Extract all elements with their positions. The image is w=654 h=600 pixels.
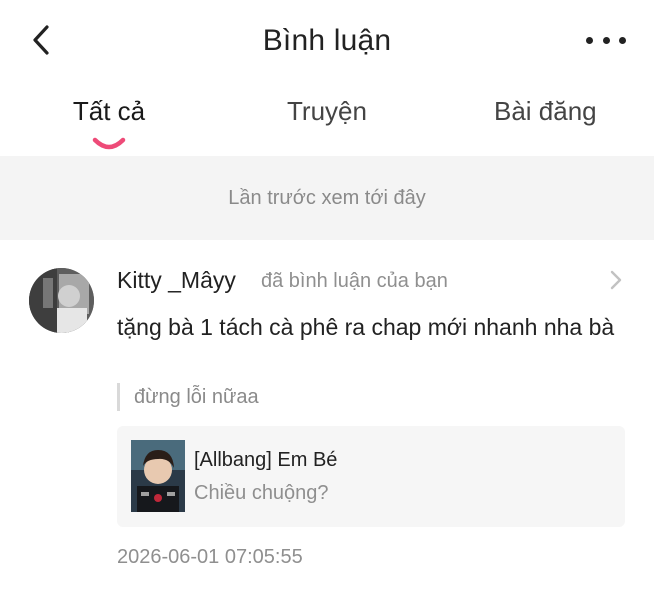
tab-posts[interactable]: Bài đăng	[494, 96, 597, 127]
last-viewed-banner: Lần trước xem tới đây	[0, 156, 654, 240]
page-title: Bình luận	[262, 24, 392, 57]
story-card[interactable]: [Allbang] Em Bé Chiều chuộng?	[117, 426, 625, 527]
comment-item[interactable]: Kitty _Mâyy đã bình luận của bạn tặng bà…	[0, 240, 654, 600]
tab-stories[interactable]: Truyện	[287, 96, 367, 127]
chevron-right-icon[interactable]	[608, 268, 624, 292]
story-title: [Allbang] Em Bé	[194, 449, 338, 471]
comments-screen: Bình luận Tất cả Truyện Bài đăng Lần trư…	[0, 0, 654, 600]
comment-body: tặng bà 1 tách cà phê ra chap mới nhanh …	[117, 314, 615, 340]
active-tab-indicator	[92, 137, 126, 150]
comment-timestamp: 2026-06-01 07:05:55	[117, 546, 303, 568]
more-horizontal-icon	[586, 36, 593, 44]
last-viewed-text: Lần trước xem tới đây	[228, 186, 426, 209]
more-dot	[602, 36, 610, 44]
comment-action-text: đã bình luận của bạn	[261, 270, 448, 292]
story-cover-image	[131, 440, 185, 512]
avatar[interactable]	[29, 268, 94, 333]
header-bar: Bình luận	[0, 0, 654, 84]
tab-all[interactable]: Tất cả	[68, 96, 150, 127]
quoted-reply: đừng lỗi nữaa	[117, 383, 259, 411]
avatar-image	[29, 268, 94, 333]
more-dot	[619, 36, 626, 44]
story-chapter-title: Chiều chuộng?	[194, 482, 329, 504]
comment-username[interactable]: Kitty _Mâyy	[117, 267, 236, 294]
more-options-button[interactable]	[586, 30, 626, 50]
